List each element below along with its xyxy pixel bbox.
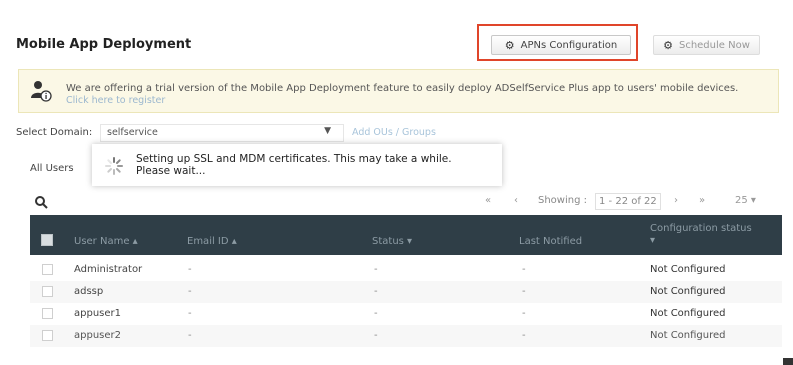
row-checkbox[interactable] [42, 330, 53, 341]
tab-all-users[interactable]: All Users [30, 163, 74, 174]
user-info-icon [31, 81, 52, 102]
column-user-name[interactable]: User Name ▴ [74, 236, 138, 247]
column-configuration-status-label: Configuration status [650, 223, 752, 234]
cell-email: - [188, 308, 192, 319]
domain-select[interactable]: selfservice ▼ [100, 124, 344, 142]
row-checkbox[interactable] [42, 286, 53, 297]
table-row[interactable]: appuser2 - - - Not Configured [30, 325, 782, 347]
cell-status: - [374, 264, 378, 275]
column-last-notified: Last Notified [519, 236, 583, 247]
mobile-app-deployment-page: Mobile App Deployment ⚙ APNs Configurati… [0, 0, 793, 365]
schedule-now-button[interactable]: ⚙ Schedule Now [653, 35, 760, 55]
domain-selected-value: selfservice [107, 127, 158, 138]
cell-config-status: Not Configured [650, 286, 726, 297]
page-size-select[interactable]: 25 ▾ [735, 195, 756, 211]
add-ous-groups-link[interactable]: Add OUs / Groups [352, 127, 436, 138]
cell-last-notified: - [522, 286, 526, 297]
chevron-down-icon: ▼ [324, 126, 331, 136]
loading-message: Setting up SSL and MDM certificates. Thi… [136, 153, 452, 177]
trial-banner: We are offering a trial version of the M… [18, 69, 779, 113]
loading-toast: Setting up SSL and MDM certificates. Thi… [92, 144, 502, 186]
gear-icon: ⚙ [663, 38, 673, 52]
cell-config-status: Not Configured [650, 264, 726, 275]
cell-last-notified: - [522, 264, 526, 275]
cell-email: - [188, 330, 192, 341]
table-header: User Name ▴ Email ID ▴ Status ▾ Last Not… [30, 215, 782, 255]
select-all-checkbox[interactable] [41, 234, 53, 246]
page-title: Mobile App Deployment [16, 37, 192, 52]
column-email[interactable]: Email ID ▴ [187, 236, 237, 247]
schedule-now-label: Schedule Now [678, 39, 750, 51]
table-row[interactable]: appuser1 - - - Not Configured [30, 303, 782, 325]
column-status[interactable]: Status ▾ [372, 236, 412, 247]
gear-icon: ⚙ [504, 38, 515, 52]
showing-label: Showing : [538, 195, 587, 206]
table-row[interactable]: adssp - - - Not Configured [30, 281, 782, 303]
chevron-down-icon: ▾ [650, 235, 656, 246]
select-domain-label: Select Domain: [16, 127, 93, 138]
page-range[interactable]: 1 - 22 of 22 [595, 193, 661, 210]
last-page-button[interactable]: » [699, 195, 705, 211]
cell-status: - [374, 308, 378, 319]
page-corner-marker [783, 358, 793, 365]
cell-config-status: Not Configured [650, 308, 726, 319]
row-checkbox[interactable] [42, 308, 53, 319]
search-icon[interactable] [34, 195, 48, 209]
cell-email: - [188, 286, 192, 297]
loading-spinner-icon [105, 157, 123, 175]
cell-status: - [374, 286, 378, 297]
cell-user-name: appuser1 [74, 308, 121, 319]
banner-message: We are offering a trial version of the M… [66, 83, 739, 94]
next-page-button[interactable]: › [674, 195, 678, 211]
cell-user-name: Administrator [74, 264, 143, 275]
cell-last-notified: - [522, 330, 526, 341]
prev-page-button[interactable]: ‹ [514, 195, 518, 211]
first-page-button[interactable]: « [485, 195, 491, 211]
register-link[interactable]: Click here to register [66, 95, 165, 106]
cell-status: - [374, 330, 378, 341]
apns-configuration-button[interactable]: ⚙ APNs Configuration [491, 35, 631, 55]
column-configuration-status[interactable]: Configuration status ▾ [650, 223, 752, 247]
cell-user-name: appuser2 [74, 330, 121, 341]
cell-config-status: Not Configured [650, 330, 726, 341]
apns-configuration-label: APNs Configuration [520, 39, 618, 51]
table-row[interactable]: Administrator - - - Not Configured [30, 259, 782, 281]
cell-email: - [188, 264, 192, 275]
cell-last-notified: - [522, 308, 526, 319]
cell-user-name: adssp [74, 286, 104, 297]
row-checkbox[interactable] [42, 264, 53, 275]
